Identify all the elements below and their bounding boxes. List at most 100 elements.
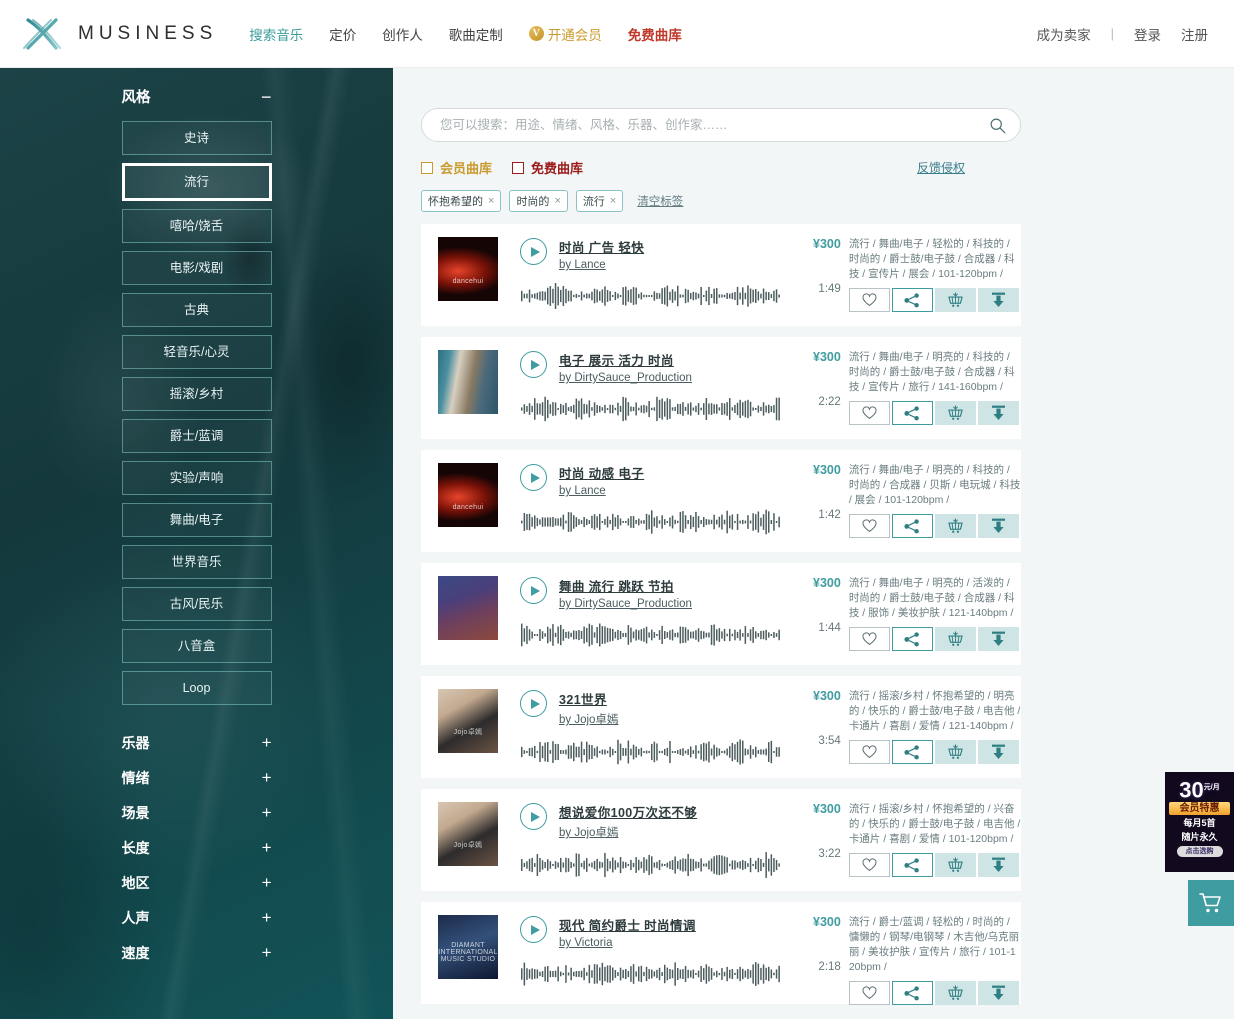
facet-mood[interactable]: 情绪 + <box>122 760 272 795</box>
register-link[interactable]: 注册 <box>1181 24 1208 44</box>
track-title[interactable]: 电子 展示 活力 时尚 <box>559 350 692 369</box>
add-to-cart-button[interactable] <box>934 401 976 425</box>
track-artist[interactable]: by Lance <box>559 485 644 497</box>
remove-tag-icon[interactable]: × <box>554 195 560 207</box>
favorite-button[interactable] <box>848 627 890 651</box>
genre-button-pop[interactable]: 流行 <box>121 163 272 201</box>
favorite-button[interactable] <box>848 401 890 425</box>
library-option-member[interactable]: 会员曲库 <box>421 158 492 177</box>
download-button[interactable] <box>977 514 1019 538</box>
nav-item-creators[interactable]: 创作人 <box>382 24 423 44</box>
play-button[interactable] <box>520 351 547 378</box>
waveform[interactable] <box>521 282 783 310</box>
track-thumbnail[interactable] <box>438 350 498 414</box>
add-to-cart-button[interactable] <box>934 288 976 312</box>
member-library-checkbox[interactable] <box>421 161 433 174</box>
expand-plus-icon[interactable]: + <box>262 839 272 856</box>
share-button[interactable] <box>891 981 933 1005</box>
expand-plus-icon[interactable]: + <box>262 944 272 961</box>
genre-button-epic[interactable]: 史诗 <box>121 121 272 155</box>
favorite-button[interactable] <box>848 288 890 312</box>
track-title[interactable]: 现代 简约爵士 时尚情调 <box>559 915 696 934</box>
share-button[interactable] <box>891 514 933 538</box>
nav-item-pricing[interactable]: 定价 <box>329 24 356 44</box>
share-button[interactable] <box>891 288 933 312</box>
track-row[interactable]: DIAMANT INTERNATIONAL MUSIC STUDIO 现代 简约… <box>421 902 1021 1005</box>
free-library-checkbox[interactable] <box>512 161 525 174</box>
download-button[interactable] <box>977 853 1019 877</box>
download-button[interactable] <box>977 981 1019 1005</box>
expand-plus-icon[interactable]: + <box>262 734 272 751</box>
download-button[interactable] <box>977 401 1019 425</box>
track-artist[interactable]: by DirtySauce_Production <box>559 372 692 384</box>
play-button[interactable] <box>520 238 547 265</box>
waveform[interactable] <box>521 738 783 766</box>
track-title[interactable]: 时尚 动感 电子 <box>559 463 644 482</box>
add-to-cart-button[interactable] <box>934 514 976 538</box>
track-thumbnail[interactable] <box>438 576 498 640</box>
genre-button-jazz-blues[interactable]: 爵士/蓝调 <box>121 419 272 453</box>
facet-scene[interactable]: 场景 + <box>122 795 272 830</box>
membership-ad-banner[interactable]: 30元/月 会员特惠 每月5首 随片永久 点击选购 <box>1165 772 1234 872</box>
genre-button-classical[interactable]: 古典 <box>121 293 272 327</box>
favorite-button[interactable] <box>848 740 890 764</box>
waveform[interactable] <box>521 508 783 536</box>
track-row[interactable]: 电子 展示 活力 时尚 by DirtySauce_Production ¥30… <box>421 337 1021 439</box>
track-title[interactable]: 时尚 广告 轻快 <box>559 237 644 256</box>
track-thumbnail[interactable]: dancehui <box>438 463 498 527</box>
waveform[interactable] <box>521 851 783 879</box>
track-thumbnail[interactable]: Jojo卓嫣 <box>438 802 498 866</box>
genre-button-loop[interactable]: Loop <box>121 671 272 705</box>
download-button[interactable] <box>977 740 1019 764</box>
track-row[interactable]: Jojo卓嫣 想说爱你100万次还不够 by Jojo卓嫣 ¥300 3:22 … <box>421 789 1021 891</box>
track-row[interactable]: Jojo卓嫣 321世界 by Jojo卓嫣 ¥300 3:54 流行 / 摇滚… <box>421 676 1021 778</box>
track-thumbnail[interactable]: DIAMANT INTERNATIONAL MUSIC STUDIO <box>438 915 498 979</box>
brand-logo-area[interactable]: MUSINESS <box>20 14 217 54</box>
floating-cart-button[interactable] <box>1188 880 1234 926</box>
collapse-minus-icon[interactable]: − <box>261 88 272 106</box>
nav-item-free-library[interactable]: 免费曲库 <box>628 24 682 44</box>
favorite-button[interactable] <box>848 981 890 1005</box>
add-to-cart-button[interactable] <box>934 853 976 877</box>
genre-button-dance-electronic[interactable]: 舞曲/电子 <box>121 503 272 537</box>
nav-item-custom-song[interactable]: 歌曲定制 <box>449 24 503 44</box>
add-to-cart-button[interactable] <box>934 740 976 764</box>
share-button[interactable] <box>891 740 933 764</box>
track-thumbnail[interactable]: dancehui <box>438 237 498 301</box>
track-artist[interactable]: by DirtySauce_Production <box>559 598 692 610</box>
share-button[interactable] <box>891 853 933 877</box>
genre-button-music-box[interactable]: 八音盒 <box>121 629 272 663</box>
ad-cta-button[interactable]: 点击选购 <box>1176 846 1223 858</box>
genre-button-chinese-folk[interactable]: 古风/民乐 <box>121 587 272 621</box>
track-title[interactable]: 321世界 <box>559 689 618 708</box>
filter-tag[interactable]: 时尚的 × <box>509 190 568 212</box>
genre-button-world-music[interactable]: 世界音乐 <box>121 545 272 579</box>
remove-tag-icon[interactable]: × <box>488 195 494 207</box>
expand-plus-icon[interactable]: + <box>262 909 272 926</box>
clear-tags-link[interactable]: 清空标签 <box>637 193 683 209</box>
remove-tag-icon[interactable]: × <box>610 195 616 207</box>
share-button[interactable] <box>891 627 933 651</box>
nav-item-open-membership[interactable]: V 开通会员 <box>528 24 602 44</box>
filter-tag[interactable]: 流行 × <box>575 190 624 212</box>
facet-instrument[interactable]: 乐器 + <box>122 725 272 760</box>
play-button[interactable] <box>520 464 547 491</box>
track-row[interactable]: dancehui 时尚 动感 电子 by Lance ¥300 1:42 流行 … <box>421 450 1021 552</box>
track-artist[interactable]: by Lance <box>559 259 644 271</box>
waveform[interactable] <box>521 395 783 423</box>
library-option-free[interactable]: 免费曲库 <box>512 158 583 177</box>
favorite-button[interactable] <box>848 514 890 538</box>
play-button[interactable] <box>520 690 547 717</box>
filter-tag[interactable]: 怀抱希望的 × <box>421 190 502 212</box>
waveform[interactable] <box>521 621 783 649</box>
add-to-cart-button[interactable] <box>934 981 976 1005</box>
play-button[interactable] <box>520 577 547 604</box>
genre-button-rock-country[interactable]: 摇滚/乡村 <box>121 377 272 411</box>
search-icon[interactable] <box>989 117 1006 134</box>
track-artist[interactable]: by Jojo卓嫣 <box>559 711 618 727</box>
search-box[interactable] <box>421 108 1021 142</box>
add-to-cart-button[interactable] <box>934 627 976 651</box>
track-title[interactable]: 舞曲 流行 跳跃 节拍 <box>559 576 692 595</box>
genre-button-experimental[interactable]: 实验/声响 <box>121 461 272 495</box>
search-input[interactable] <box>422 118 1020 132</box>
